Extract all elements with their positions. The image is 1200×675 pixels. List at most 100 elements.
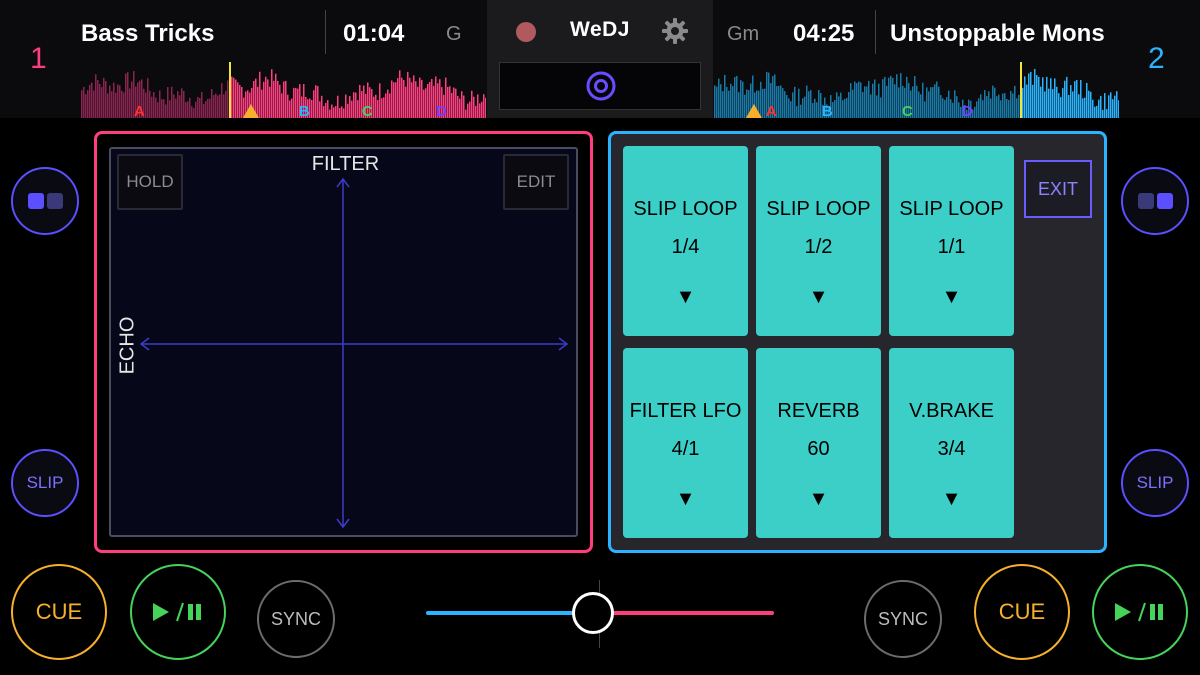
waveform-bar — [802, 98, 804, 118]
exit-button[interactable]: EXIT — [1024, 160, 1092, 218]
waveform-bar — [327, 100, 329, 118]
waveform-bar — [1032, 84, 1034, 118]
waveform-bar — [451, 93, 453, 118]
center-display[interactable] — [499, 62, 701, 110]
deck2-key: Gm — [727, 22, 760, 45]
waveform-bar — [433, 85, 435, 118]
chevron-down-icon[interactable]: ▼ — [756, 488, 881, 511]
waveform-bar — [333, 107, 335, 118]
waveform-bar — [1066, 76, 1068, 118]
xy-pad[interactable]: HOLD EDIT FILTER ECHO — [109, 147, 578, 537]
waveform-bar — [798, 88, 800, 118]
chevron-down-icon[interactable]: ▼ — [623, 488, 748, 511]
waveform-bar — [179, 95, 181, 118]
deck2-sync-button[interactable]: SYNC — [864, 580, 942, 658]
waveform-bar — [383, 97, 385, 118]
waveform-bar — [886, 85, 888, 118]
deck1-time: 01:04 — [343, 20, 405, 47]
waveform-bar — [227, 80, 229, 118]
hot-cue-label: C — [362, 103, 373, 118]
waveform-bar — [153, 92, 155, 118]
waveform-bar — [840, 92, 842, 118]
waveform-bar — [1114, 95, 1116, 118]
waveform-bar — [469, 101, 471, 118]
target-icon[interactable] — [585, 70, 617, 102]
waveform-bar — [1074, 81, 1076, 118]
chevron-down-icon[interactable]: ▼ — [623, 286, 748, 309]
waveform-bar — [217, 95, 219, 118]
echo-axis-label: ECHO — [116, 316, 139, 375]
waveform-bar — [814, 98, 816, 118]
left-slip-button[interactable]: SLIP — [11, 449, 79, 517]
slip-label: SLIP — [1136, 473, 1174, 492]
fx-pad-reverb[interactable]: REVERB 60 ▼ — [756, 348, 881, 538]
waveform-bar — [233, 77, 235, 118]
waveform-bar — [239, 84, 241, 118]
waveform-bar — [1054, 78, 1056, 118]
fx-pad-slip-loop-1-2[interactable]: SLIP LOOP 1/2 ▼ — [756, 146, 881, 336]
waveform-bar — [1062, 88, 1064, 118]
chevron-down-icon[interactable]: ▼ — [889, 488, 1014, 511]
waveform-bar — [1084, 97, 1086, 118]
waveform-bar — [97, 80, 99, 118]
waveform-bar — [864, 86, 866, 118]
waveform-bar — [113, 82, 115, 118]
deck1-key: G — [446, 22, 462, 45]
waveform-bar — [1090, 91, 1092, 118]
right-slip-button[interactable]: SLIP — [1121, 449, 1189, 517]
chevron-down-icon[interactable]: ▼ — [756, 286, 881, 309]
right-mode-button[interactable] — [1121, 167, 1189, 235]
waveform-bar — [313, 90, 315, 118]
waveform-bar — [395, 82, 397, 118]
waveform-bar — [724, 74, 726, 118]
waveform-bar — [1060, 97, 1062, 118]
waveform-bar — [1040, 86, 1042, 118]
waveform-bar — [1016, 98, 1018, 118]
waveform-bar — [349, 96, 351, 118]
deck1-play-pause-button[interactable] — [130, 564, 226, 660]
deck2-play-pause-button[interactable] — [1092, 564, 1188, 660]
waveform-bar — [425, 88, 427, 118]
waveform-bar — [1110, 92, 1112, 118]
waveform-bar — [1002, 93, 1004, 118]
waveform-bar — [259, 71, 261, 118]
deck1-cue-button[interactable]: CUE — [11, 564, 107, 660]
deck2-cue-button[interactable]: CUE — [974, 564, 1070, 660]
waveform-bar — [786, 94, 788, 118]
deck1-waveform[interactable]: A B C D — [81, 62, 486, 118]
waveform-bar — [1100, 95, 1102, 118]
waveform-bar — [1014, 85, 1016, 118]
fx-pad-v-brake[interactable]: V.BRAKE 3/4 ▼ — [889, 348, 1014, 538]
deck2-title-area[interactable]: Unstoppable Mons — [890, 14, 1118, 54]
deck1-title-area[interactable]: Bass Tricks — [81, 14, 316, 54]
fx-pad-slip-loop-1-4[interactable]: SLIP LOOP 1/4 ▼ — [623, 146, 748, 336]
crossfader[interactable] — [420, 580, 780, 648]
waveform-bar — [431, 78, 433, 118]
dual-pad-icon — [1137, 193, 1173, 209]
waveform-bar — [223, 94, 225, 118]
fx-pad-slip-loop-1-1[interactable]: SLIP LOOP 1/1 ▼ — [889, 146, 1014, 336]
waveform-bar — [938, 86, 940, 118]
waveform-bar — [1034, 68, 1036, 118]
fx-pad-filter-lfo[interactable]: FILTER LFO 4/1 ▼ — [623, 348, 748, 538]
waveform-bar — [379, 83, 381, 118]
waveform-bar — [794, 86, 796, 118]
play-pause-icon — [153, 602, 201, 622]
waveform-bar — [199, 98, 201, 118]
waveform-bar — [481, 101, 483, 118]
waveform-bar — [347, 103, 349, 118]
left-mode-button[interactable] — [11, 167, 79, 235]
fx-pad-panel: SLIP LOOP 1/4 ▼ SLIP LOOP 1/2 ▼ SLIP LOO… — [608, 131, 1107, 553]
crossfader-knob[interactable] — [572, 592, 615, 634]
waveform-bar — [169, 100, 171, 118]
divider — [325, 10, 326, 54]
waveform-bar — [231, 76, 233, 118]
deck2-waveform[interactable]: A B C D — [714, 62, 1119, 118]
waveform-bar — [165, 104, 167, 118]
waveform-bar — [221, 83, 223, 118]
gear-icon[interactable] — [662, 18, 688, 44]
top-bar: 1 Bass Tricks 01:04 G ABCD WeDJ Gm 04:25… — [0, 0, 1200, 118]
waveform-bar — [191, 106, 193, 118]
deck1-sync-button[interactable]: SYNC — [257, 580, 335, 658]
chevron-down-icon[interactable]: ▼ — [889, 286, 1014, 309]
